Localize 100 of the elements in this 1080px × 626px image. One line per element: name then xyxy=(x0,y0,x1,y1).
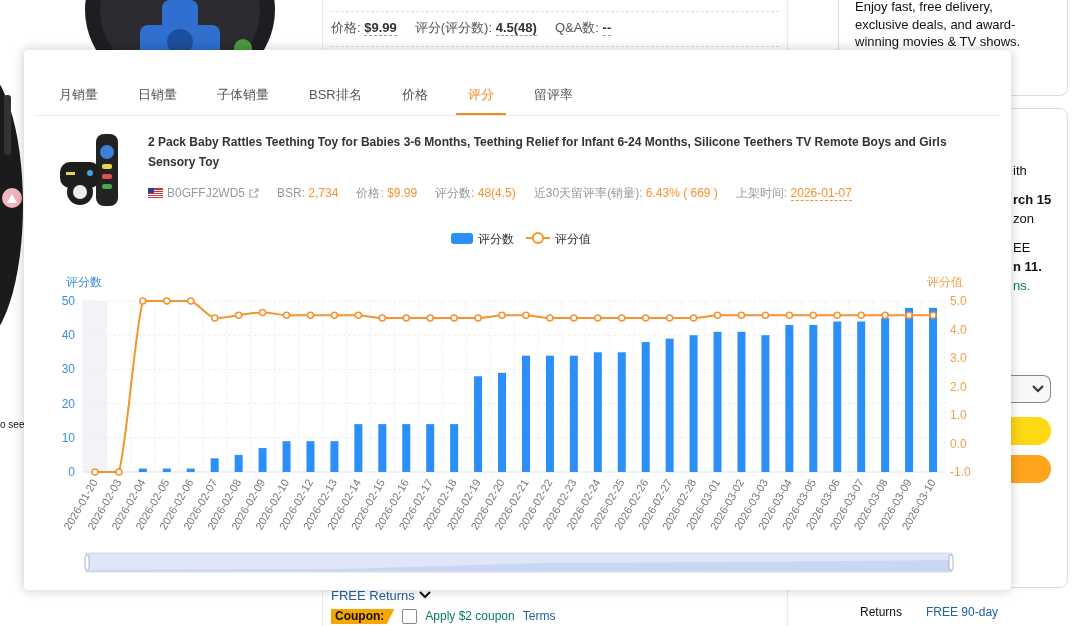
terms-link[interactable]: Terms xyxy=(522,609,556,624)
axis-title: 评分值 xyxy=(927,275,963,289)
text-fragment: EE xyxy=(1013,239,1032,257)
info-label: 价格: xyxy=(331,20,362,35)
info-value: $9.99 xyxy=(364,20,397,36)
legend-bar-icon[interactable] xyxy=(451,233,473,244)
data-point xyxy=(426,314,434,322)
data-point xyxy=(641,314,650,322)
stat-value: 2,734 xyxy=(308,186,339,200)
info-value: 4.5(48) xyxy=(495,20,537,36)
data-point xyxy=(402,314,410,322)
data-point xyxy=(258,308,267,317)
data-point xyxy=(689,314,698,322)
axis-tick-label: 40 xyxy=(61,328,75,343)
bar xyxy=(354,424,363,472)
chart-tab[interactable]: BSR排名 xyxy=(297,75,374,115)
axis-tick-label: 20 xyxy=(61,396,75,411)
axis-tick-label: 0.0 xyxy=(950,436,967,451)
bar xyxy=(330,441,339,472)
info-value: -- xyxy=(602,20,612,36)
coupon-checkbox[interactable] xyxy=(402,609,418,624)
bar xyxy=(426,424,435,472)
slider-handle[interactable] xyxy=(84,554,90,571)
axis-tick-label: 2.0 xyxy=(950,379,967,394)
buy-now-button[interactable] xyxy=(1011,455,1051,483)
text-fragment: rch 15 xyxy=(1013,191,1053,209)
stat-value: $9.99 xyxy=(387,186,418,200)
data-point xyxy=(378,314,387,322)
bar xyxy=(186,468,195,472)
text-fragment: n 11. xyxy=(1013,258,1043,276)
axis-tick-label: -1.0 xyxy=(950,465,971,479)
external-link-icon[interactable] xyxy=(249,188,259,198)
stat-value: 48(4.5) xyxy=(477,186,516,200)
data-point xyxy=(809,311,818,319)
bar xyxy=(378,424,387,472)
flag-icon xyxy=(148,188,163,198)
returns-label: Returns xyxy=(860,604,903,621)
chevron-down-icon[interactable] xyxy=(418,591,431,600)
legend-label[interactable]: 评分值 xyxy=(555,232,591,246)
data-point xyxy=(210,314,219,322)
axis-tick-label: 3.0 xyxy=(950,351,967,365)
coupon-text: Apply $2 coupon xyxy=(425,609,515,624)
data-point xyxy=(570,314,578,322)
bar xyxy=(282,441,291,472)
text-fragment: o see xyxy=(0,418,25,432)
bar xyxy=(210,458,219,472)
data-point xyxy=(139,297,147,305)
chevron-down-icon xyxy=(1032,385,1044,393)
product-title[interactable]: 2 Pack Baby Rattles Teething Toy for Babies 3-6 Months, Teething Relief for Infant 6-24 Months, Silicone Teethers TV Remote Boys and Girls Sensory Toy xyxy=(148,132,981,172)
bar xyxy=(306,441,315,472)
data-point xyxy=(306,311,315,319)
bar xyxy=(258,448,267,472)
data-point xyxy=(546,314,554,322)
free-returns-link[interactable]: FREE Returns xyxy=(331,585,415,605)
quantity-dropdown[interactable] xyxy=(1009,375,1051,403)
data-point xyxy=(737,311,746,319)
data-point xyxy=(833,311,841,319)
chart-tab[interactable]: 日销量 xyxy=(126,75,189,115)
data-point xyxy=(905,311,913,319)
data-point xyxy=(282,311,291,319)
add-to-cart-button[interactable] xyxy=(1011,417,1051,445)
data-point xyxy=(234,311,243,319)
chart-tab[interactable]: 子体销量 xyxy=(205,75,281,115)
text-fragment[interactable]: ns. xyxy=(1013,276,1067,295)
data-point xyxy=(761,311,770,319)
axis-tick-label: 30 xyxy=(61,362,75,377)
data-point xyxy=(163,297,171,305)
returns-value[interactable]: FREE 90-day xyxy=(926,603,999,621)
legend-label[interactable]: 评分数 xyxy=(478,232,514,246)
chart-tab[interactable]: 留评率 xyxy=(521,75,585,115)
data-point xyxy=(618,314,626,322)
data-point xyxy=(474,314,482,322)
data-point xyxy=(91,468,99,476)
data-point xyxy=(594,314,602,322)
legend-line-icon[interactable] xyxy=(525,232,551,244)
info-label: Q&A数: xyxy=(554,20,600,35)
chart-tab[interactable]: 价格 xyxy=(389,75,440,115)
axis-tick-label: 0 xyxy=(68,465,75,479)
slider-handle[interactable] xyxy=(948,554,954,571)
bar xyxy=(162,468,171,472)
stat-label: 价格: xyxy=(356,186,385,200)
bar xyxy=(402,424,411,472)
data-point xyxy=(881,311,889,319)
chart-tab[interactable]: 月销量 xyxy=(47,75,110,115)
stat-label: 上架时间: xyxy=(735,186,789,200)
axis-tick-label: 1.0 xyxy=(950,408,967,422)
membership-text: Enjoy fast, free delivery, exclusive deals, and award-winning movies & TV shows. xyxy=(855,0,1022,51)
data-point xyxy=(522,311,530,319)
data-point xyxy=(187,297,195,305)
axis-tick-label: 50 xyxy=(61,294,75,308)
stat-value: 6.43% ( 669 ) xyxy=(645,186,718,200)
data-point xyxy=(785,311,794,319)
bar xyxy=(234,454,243,472)
data-point xyxy=(665,314,674,322)
coupon-badge: Coupon: xyxy=(331,609,395,624)
bar xyxy=(450,424,459,472)
bar xyxy=(138,468,147,472)
axis-tick-label: 10 xyxy=(61,430,75,445)
axis-title: 评分数 xyxy=(66,275,102,289)
info-label: 评分(评分数): xyxy=(414,20,494,35)
